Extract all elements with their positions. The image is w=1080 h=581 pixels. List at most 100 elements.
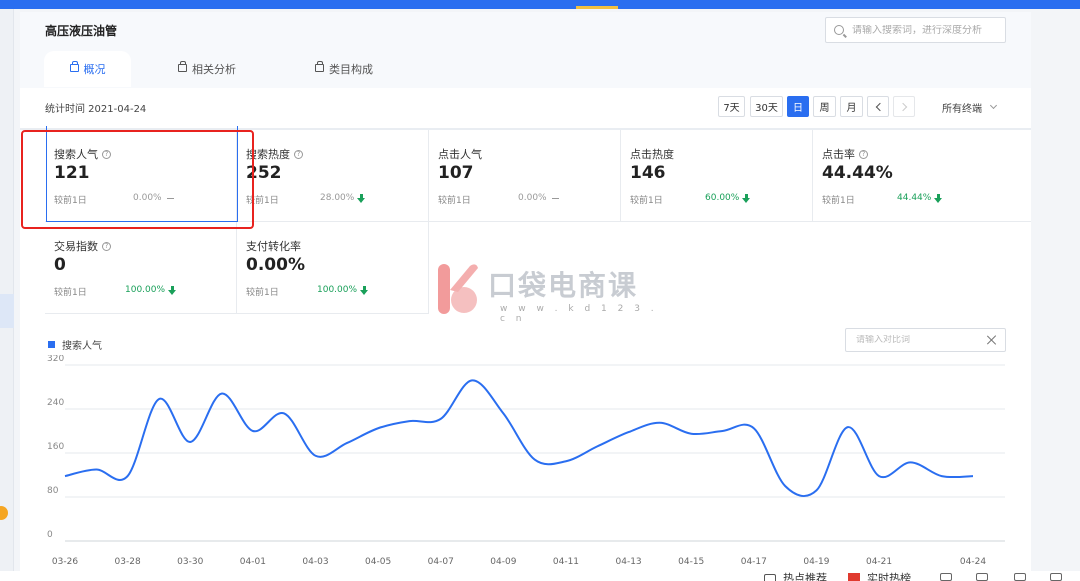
- metric-label: 搜索人气?: [54, 146, 111, 162]
- y-tick-label: 240: [47, 398, 64, 408]
- volume-icon[interactable]: [976, 573, 988, 581]
- metric-compare-label: 较前1日: [822, 196, 855, 206]
- metric-change: 60.00%: [705, 193, 751, 203]
- hot-recommend-link[interactable]: 热点推荐: [764, 570, 827, 581]
- down-arrow-icon: [934, 193, 943, 203]
- legend-label: 搜索人气: [62, 341, 102, 352]
- sidebar-highlight[interactable]: [0, 294, 14, 328]
- realtime-rank-label: 实时热榜: [867, 572, 911, 581]
- y-tick-label: 320: [47, 355, 64, 364]
- down-arrow-icon: [357, 193, 366, 203]
- metric-compare-label: 较前1日: [54, 288, 87, 298]
- series-line-search-popularity: [64, 379, 974, 498]
- metric-change: 100.00%: [125, 285, 177, 295]
- x-tick-label: 04-09: [490, 557, 516, 567]
- compare-keyword-box[interactable]: [845, 328, 1006, 352]
- metric-label: 搜索热度?: [246, 146, 303, 162]
- realtime-rank-link[interactable]: 实时热榜: [848, 570, 911, 581]
- previous-date-button[interactable]: [867, 96, 889, 117]
- toolbar-icon[interactable]: [940, 573, 952, 581]
- range-month-button[interactable]: 月: [840, 96, 863, 117]
- metric-change: 0.00%: [133, 193, 174, 203]
- metric-value: 146: [630, 163, 666, 183]
- metric-change: 0.00%: [518, 193, 559, 203]
- help-icon[interactable]: ?: [102, 149, 111, 159]
- flat-trend-icon: [551, 197, 559, 199]
- x-tick-label: 04-13: [616, 557, 642, 567]
- search-input[interactable]: [852, 24, 1002, 36]
- metric-value: 252: [246, 163, 282, 183]
- x-tick-label: 04-07: [428, 557, 454, 567]
- chevron-left-icon: [875, 102, 884, 111]
- chevron-right-icon: [898, 102, 907, 111]
- close-icon[interactable]: [987, 335, 997, 345]
- metric-label: 交易指数?: [54, 238, 111, 254]
- compare-keyword-input[interactable]: [856, 335, 987, 345]
- help-icon[interactable]: ?: [102, 241, 111, 251]
- terminal-select[interactable]: 所有终端: [942, 100, 998, 115]
- metric-compare-label: 较前1日: [630, 196, 663, 206]
- tab-category-composition-label: 类目构成: [329, 63, 373, 76]
- tab-related-analysis-label: 相关分析: [192, 63, 236, 76]
- x-tick-label: 04-05: [365, 557, 391, 567]
- bag-icon: [315, 61, 324, 72]
- down-arrow-icon: [168, 285, 177, 295]
- settings-icon[interactable]: [1050, 573, 1062, 581]
- metric-compare-label: 较前1日: [246, 196, 279, 206]
- right-strip: [1034, 9, 1080, 581]
- metric-change: 44.44%: [897, 193, 943, 203]
- x-tick-label: 04-03: [302, 557, 328, 567]
- metric-label: 点击热度: [630, 148, 674, 161]
- metric-trade-index[interactable]: 交易指数? 0 较前1日 100.00%: [45, 222, 237, 314]
- metric-search-heat[interactable]: 搜索热度? 252 较前1日 28.00%: [237, 130, 429, 222]
- top-bar-indicator: [576, 6, 618, 9]
- down-arrow-icon: [360, 285, 369, 295]
- metric-click-popularity[interactable]: 点击人气 107 较前1日 0.00%: [429, 130, 621, 222]
- x-tick-label: 03-30: [177, 557, 203, 567]
- bag-icon: [69, 61, 79, 72]
- bottom-toolbar: [0, 571, 1080, 581]
- hot-recommend-label: 热点推荐: [783, 572, 827, 581]
- deep-analysis-search[interactable]: [825, 17, 1006, 43]
- help-icon[interactable]: ?: [859, 149, 868, 159]
- y-tick-label: 160: [47, 442, 64, 452]
- help-icon[interactable]: ?: [294, 149, 303, 159]
- floating-orange-dot-icon[interactable]: [0, 506, 8, 520]
- metric-value: 0.00%: [246, 255, 305, 275]
- x-tick-label: 04-15: [678, 557, 704, 567]
- range-7-days-button[interactable]: 7天: [718, 96, 745, 117]
- thumbs-up-icon: [764, 573, 776, 581]
- hot-rank-icon: [848, 573, 860, 581]
- bag-icon: [178, 61, 187, 72]
- next-date-button[interactable]: [893, 96, 915, 117]
- metric-compare-label: 较前1日: [54, 196, 87, 206]
- range-week-button[interactable]: 周: [813, 96, 836, 117]
- tab-overview-label: 概况: [83, 63, 106, 76]
- left-sidebar-strip: [0, 9, 14, 581]
- metric-click-heat[interactable]: 点击热度 146 较前1日 60.00%: [621, 130, 813, 222]
- tab-category-composition[interactable]: 类目构成: [315, 51, 373, 87]
- metric-label: 点击人气: [438, 148, 482, 161]
- trend-line-chart: 0 80 160 240 320 03-26 03-28 03-30 04-01 04-03 04-…: [47, 355, 1005, 567]
- y-tick-label: 80: [47, 486, 59, 496]
- x-tick-label: 04-24: [960, 557, 986, 567]
- flat-trend-icon: [166, 197, 174, 199]
- metric-search-popularity[interactable]: 搜索人气? 121 较前1日 0.00%: [45, 130, 237, 222]
- x-tick-label: 04-11: [553, 557, 579, 567]
- metric-value: 107: [438, 163, 474, 183]
- range-30-days-button[interactable]: 30天: [750, 96, 783, 117]
- metric-click-rate[interactable]: 点击率? 44.44% 较前1日 44.44%: [813, 130, 1031, 222]
- x-tick-label: 04-19: [803, 557, 829, 567]
- tab-overview[interactable]: 概况: [44, 51, 131, 87]
- print-icon[interactable]: [1014, 573, 1026, 581]
- x-tick-label: 04-21: [866, 557, 892, 567]
- metric-change: 28.00%: [320, 193, 366, 203]
- chevron-down-icon: [989, 101, 998, 110]
- range-day-button[interactable]: 日: [787, 96, 809, 117]
- chart-legend[interactable]: 搜索人气: [48, 337, 102, 352]
- tab-related-analysis[interactable]: 相关分析: [178, 51, 236, 87]
- metric-payment-conversion[interactable]: 支付转化率 0.00% 较前1日 100.00%: [237, 222, 429, 314]
- metric-value: 44.44%: [822, 163, 893, 183]
- metric-value: 121: [54, 163, 90, 183]
- legend-swatch: [48, 341, 55, 348]
